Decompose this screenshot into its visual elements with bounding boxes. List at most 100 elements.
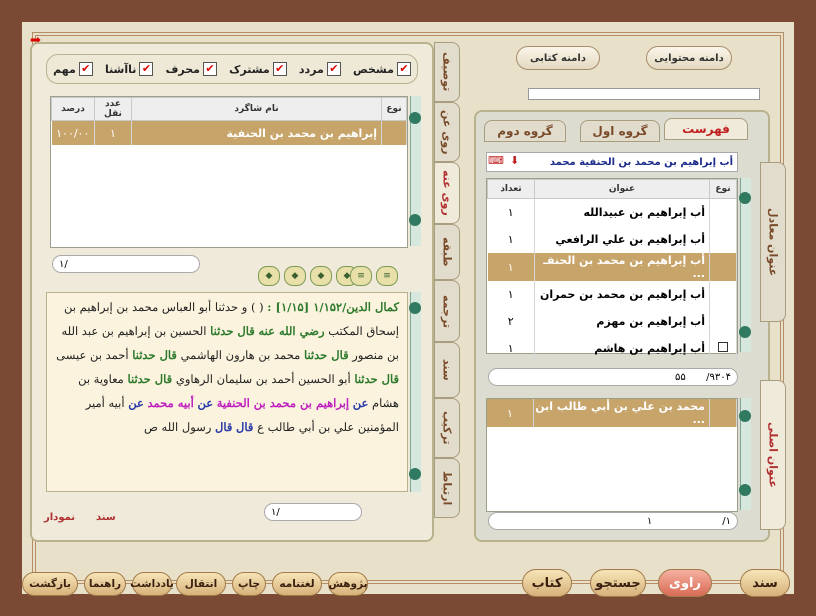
original-table[interactable]: محمد بن علي بن أبي طالب ابن ... ۱ xyxy=(486,398,738,512)
bottom-main-button-2[interactable]: جستجو xyxy=(590,569,646,597)
students-scrollbar[interactable] xyxy=(409,96,421,246)
text-pager[interactable]: ۱/ xyxy=(264,503,362,521)
bottom-main-button-0[interactable]: سند xyxy=(740,569,790,597)
tab-group1[interactable]: گروه اول xyxy=(580,120,660,142)
original-count: ۱ xyxy=(487,399,534,427)
table-row[interactable]: أب إبراهيم بن مهزم ۲ xyxy=(487,308,737,335)
tab-left-1[interactable]: روی عن xyxy=(434,102,460,162)
titles-table[interactable]: نوع عنوان تعداد أب إبراهيم بن عبيدالله ۱ أ… xyxy=(486,178,738,362)
filter-label: محرف xyxy=(165,62,200,76)
list-button-1[interactable]: ≡ xyxy=(350,266,372,286)
bottom-main-button-1[interactable]: راوی xyxy=(658,569,712,597)
original-title: محمد بن علي بن أبي طالب ابن ... xyxy=(533,399,710,427)
tab-left-7[interactable]: ارتباط xyxy=(434,458,460,518)
filter-2[interactable]: ✔ مشترک xyxy=(229,62,287,76)
col-percent[interactable]: درصد xyxy=(51,97,95,121)
keyboard-icon[interactable]: ⌨ xyxy=(488,154,504,167)
tab-left-2[interactable]: روی عنه xyxy=(434,162,460,224)
content-domain-button[interactable]: دامنه محتوایی xyxy=(646,46,732,70)
tab-left-6[interactable]: ترکیب xyxy=(434,398,460,458)
bottom-button-6[interactable]: پژوهش xyxy=(328,572,368,596)
bottom-button-5[interactable]: لغتنامه xyxy=(272,572,322,596)
checkbox-icon[interactable]: ✔ xyxy=(326,62,341,76)
filter-label: ناآشنا xyxy=(104,62,137,76)
title-cell: أب إبراهيم بن مهزم xyxy=(534,308,710,335)
table-row[interactable]: أب إبراهيم بن هاشم ۱ xyxy=(487,335,737,362)
checkbox-icon[interactable]: ✔ xyxy=(272,62,287,76)
student-count: ۱ xyxy=(94,120,132,145)
col-count[interactable]: تعداد xyxy=(487,179,535,199)
table-row[interactable]: إبراهيم بن محمد بن الحنفية ۱ ۱۰۰/۰۰ xyxy=(51,120,407,145)
table-row[interactable]: أب إبراهيم بن محمد بن الحنفـ ... ۱ xyxy=(487,253,737,281)
row-checkbox[interactable] xyxy=(718,342,728,352)
filter-4[interactable]: ✔ ناآشنا xyxy=(104,62,154,76)
checkbox-icon[interactable]: ✔ xyxy=(396,62,411,76)
namudar-tag[interactable]: نمودار xyxy=(44,512,75,523)
col-type[interactable]: نوع xyxy=(381,97,407,121)
checkbox-icon[interactable]: ✔ xyxy=(78,62,93,76)
down-arrow-icon[interactable]: ⬇ xyxy=(510,154,519,167)
tab-left-5[interactable]: سند xyxy=(434,342,460,398)
table-row[interactable]: محمد بن علي بن أبي طالب ابن ... ۱ xyxy=(487,399,737,427)
count-cell: ۲ xyxy=(487,308,535,335)
bottom-button-0[interactable]: بازگشت xyxy=(22,572,78,596)
symbol-button-3[interactable]: ◆ xyxy=(310,266,332,286)
filter-0[interactable]: ✔ مشخص xyxy=(353,62,411,76)
filter-1[interactable]: ✔ مردد xyxy=(299,62,341,76)
left-pager[interactable]: ۱/ xyxy=(52,255,200,273)
tab-left-4[interactable]: ترجمه xyxy=(434,280,460,342)
bottom-button-1[interactable]: راهنما xyxy=(84,572,126,596)
count-cell: ۱ xyxy=(487,253,535,281)
header-title-field[interactable]: أب إبراهيم بن محمد بن الحنفية محمد xyxy=(486,152,738,172)
symbol-button-2[interactable]: ◆ xyxy=(284,266,306,286)
tab-left-3[interactable]: طبقه xyxy=(434,224,460,280)
bottom-main-button-3[interactable]: کتاب xyxy=(522,569,572,597)
table-row[interactable]: أب إبراهيم بن علي الرافعي ۱ xyxy=(487,226,737,253)
col-name[interactable]: نام شاگرد xyxy=(131,97,382,121)
count-cell: ۱ xyxy=(487,226,535,253)
tab-left-0[interactable]: توصیف xyxy=(434,42,460,102)
bottom-button-3[interactable]: انتقال xyxy=(176,572,226,596)
tab-original-title[interactable]: عنوان اصلی xyxy=(760,380,786,530)
filter-label: مهم xyxy=(53,62,76,76)
title-cell: أب إبراهيم بن محمد بن حمران xyxy=(534,281,710,308)
filter-bar: ✔ مشخص ✔ مردد ✔ مشترک ✔ محرف ✔ ناآشنا ✔ مهم xyxy=(46,54,418,84)
bottom-button-2[interactable]: یادداشت xyxy=(130,572,174,596)
list-button-2[interactable]: ≡ xyxy=(376,266,398,286)
sanad-tag[interactable]: سند xyxy=(96,512,116,523)
tab-index[interactable]: فهرست xyxy=(664,118,748,140)
original-pager[interactable]: ۱/۱ xyxy=(488,512,738,530)
title-cell: أب إبراهيم بن علي الرافعي xyxy=(534,226,710,253)
col-type[interactable]: نوع xyxy=(709,179,737,199)
original-scrollbar[interactable] xyxy=(739,398,751,510)
checkbox-icon[interactable]: ✔ xyxy=(202,62,217,76)
col-count[interactable]: عدد نقل xyxy=(94,97,132,121)
students-table[interactable]: نوع نام شاگرد عدد نقل درصد إبراهيم بن مح… xyxy=(50,96,408,248)
title-cell: أب إبراهيم بن محمد بن الحنفـ ... xyxy=(534,253,710,281)
col-title[interactable]: عنوان xyxy=(534,179,710,199)
table-row[interactable]: أب إبراهيم بن عبيدالله ۱ xyxy=(487,198,737,226)
titles-pager[interactable]: ۹۳۰۴/۵۵ xyxy=(488,368,738,386)
filter-label: مشخص xyxy=(352,62,394,76)
text-scrollbar[interactable] xyxy=(409,292,421,492)
symbol-button-1[interactable]: ◆ xyxy=(258,266,280,286)
checkbox-icon[interactable]: ✔ xyxy=(139,62,154,76)
progress-bar xyxy=(528,88,760,100)
filter-label: مردد xyxy=(298,62,324,76)
table-row[interactable]: أب إبراهيم بن محمد بن حمران ۱ xyxy=(487,281,737,308)
count-cell: ۱ xyxy=(487,335,535,362)
student-percent: ۱۰۰/۰۰ xyxy=(51,120,95,145)
titles-scrollbar[interactable] xyxy=(739,178,751,352)
filter-5[interactable]: ✔ مهم xyxy=(53,62,93,76)
hadith-text[interactable]: كمال الدين/۱/۱۵۲ [۱/۱۵] : ( ) و حدثنا أب… xyxy=(46,292,408,492)
filter-3[interactable]: ✔ محرف xyxy=(166,62,217,76)
bottom-button-4[interactable]: چاپ xyxy=(232,572,266,596)
left-vertical-tabs: توصیف روی عن روی عنه طبقه ترجمه سند ترکیب ارتبا… xyxy=(434,42,460,518)
filter-label: مشترک xyxy=(229,62,270,76)
count-cell: ۱ xyxy=(487,198,535,226)
student-name: إبراهيم بن محمد بن الحنفية xyxy=(131,120,382,145)
book-domain-button[interactable]: دامنه کتابی xyxy=(516,46,600,70)
count-cell: ۱ xyxy=(487,281,535,308)
tab-equivalent-title[interactable]: عنوان معادل xyxy=(760,162,786,322)
tab-group2[interactable]: گروه دوم xyxy=(484,120,566,142)
